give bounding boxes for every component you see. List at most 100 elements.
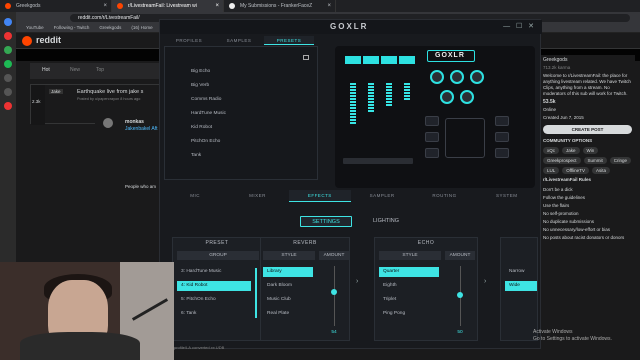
comment-user[interactable]: monkas bbox=[125, 119, 144, 125]
preset-item[interactable]: Tank bbox=[191, 153, 201, 158]
rule-item[interactable]: Don't be a dick bbox=[543, 186, 632, 194]
app-icon[interactable] bbox=[4, 46, 12, 54]
fader-meter[interactable] bbox=[365, 82, 377, 144]
bookmark-twitch[interactable]: Following - Twitch bbox=[54, 23, 90, 32]
sort-new[interactable]: New bbox=[70, 67, 80, 73]
app-icon[interactable] bbox=[4, 18, 12, 26]
tab-mic[interactable]: MIC bbox=[164, 190, 226, 202]
reverb-style-item[interactable]: Real Plate bbox=[263, 309, 313, 319]
tab-mixer[interactable]: MIXER bbox=[226, 190, 288, 202]
post-title[interactable]: Earthquake live from jake s bbox=[77, 89, 157, 95]
chevron-right-icon[interactable]: › bbox=[356, 278, 358, 285]
browser-tab-livestreamfail[interactable]: r/LivestreamFail: Livestream wi × bbox=[112, 0, 224, 12]
browser-tab-frankerfacez[interactable]: My Submissions - FrankerFaceZ × bbox=[224, 0, 336, 12]
app-icon[interactable] bbox=[4, 60, 12, 68]
community-options[interactable]: COMMUNITY OPTIONS bbox=[543, 138, 632, 144]
sample-pad-grid[interactable] bbox=[445, 118, 485, 158]
tab-samples[interactable]: SAMPLES bbox=[214, 36, 264, 45]
bookmark-greekgods[interactable]: Greekgods bbox=[99, 23, 121, 32]
rule-item[interactable]: No self-promotion bbox=[543, 210, 632, 218]
flair-tag[interactable]: xQc bbox=[543, 147, 560, 154]
preset-item[interactable]: HardTune Music bbox=[191, 111, 226, 116]
tab-system[interactable]: SYSTEM bbox=[476, 190, 538, 202]
tab-sampler[interactable]: SAMPLER bbox=[351, 190, 413, 202]
fader-meter[interactable] bbox=[347, 82, 359, 144]
effect-pad-button[interactable] bbox=[425, 148, 439, 158]
preset-item[interactable]: Comms Radio bbox=[191, 97, 221, 102]
bookmark-youtube[interactable]: YouTube bbox=[26, 23, 44, 32]
effect-pad-button[interactable] bbox=[425, 132, 439, 142]
tab-effects[interactable]: EFFECTS bbox=[288, 190, 351, 202]
reverb-amount-slider[interactable] bbox=[331, 289, 337, 295]
tab-routing[interactable]: ROUTING bbox=[413, 190, 475, 202]
browser-tab-greekgods[interactable]: Greekgods × bbox=[0, 0, 112, 12]
tab-presets[interactable]: PRESETS bbox=[264, 36, 314, 45]
preset-item[interactable]: Kid Robot bbox=[191, 125, 212, 130]
pitch-style-item[interactable]: Wide bbox=[505, 281, 537, 291]
close-icon[interactable]: × bbox=[215, 0, 219, 12]
user-name[interactable]: Greekgods bbox=[543, 57, 632, 63]
flair-tag[interactable]: Cringe bbox=[609, 157, 632, 164]
reddit-wordmark[interactable]: reddit bbox=[36, 35, 61, 45]
preset-group-item[interactable]: 3: HardTune Music bbox=[177, 267, 251, 277]
rule-item[interactable]: Use the flairs bbox=[543, 202, 632, 210]
rule-item[interactable]: No unnecessary/low-effort or bias bbox=[543, 226, 632, 234]
echo-style-item[interactable]: Ping Pong bbox=[379, 309, 439, 319]
close-icon[interactable]: ✕ bbox=[528, 23, 534, 30]
effect-knob[interactable] bbox=[440, 90, 454, 104]
echo-style-item[interactable]: Triplet bbox=[379, 295, 439, 305]
effect-knob[interactable] bbox=[470, 70, 484, 84]
preset-group-item[interactable]: 4: Kid Robot bbox=[177, 281, 251, 291]
folder-icon[interactable] bbox=[303, 55, 309, 60]
pitch-style-item[interactable]: Narrow bbox=[505, 267, 537, 277]
tab-settings[interactable]: SETTINGS bbox=[300, 216, 352, 227]
scrollbar[interactable] bbox=[255, 268, 257, 318]
flair-tag[interactable]: LUL bbox=[543, 167, 560, 174]
app-icon[interactable] bbox=[4, 74, 12, 82]
app-icon[interactable] bbox=[4, 102, 12, 110]
rule-item[interactable]: Follow the guidelines bbox=[543, 194, 632, 202]
effect-pad-button[interactable] bbox=[495, 148, 509, 158]
preset-group-item[interactable]: 6: Tank bbox=[177, 309, 251, 319]
flair-tag[interactable]: Jake bbox=[562, 147, 580, 154]
preset-item[interactable]: Big Verb bbox=[191, 83, 209, 88]
fader-meter[interactable] bbox=[383, 82, 395, 144]
rule-item[interactable]: No posts about racist donators or donors bbox=[543, 234, 632, 242]
effect-knob[interactable] bbox=[450, 70, 464, 84]
flair-tag[interactable]: Summit bbox=[583, 157, 607, 164]
minimize-icon[interactable]: — bbox=[503, 23, 510, 30]
echo-amount-slider[interactable] bbox=[457, 292, 463, 298]
sort-top[interactable]: Top bbox=[96, 67, 104, 73]
close-icon[interactable]: × bbox=[103, 0, 107, 12]
app-icon[interactable] bbox=[4, 88, 12, 96]
sort-hot[interactable]: Hot bbox=[42, 67, 50, 73]
tab-lighting[interactable]: LIGHTING bbox=[360, 216, 412, 227]
reverb-style-item[interactable]: Music Club bbox=[263, 295, 313, 305]
fader-meter[interactable] bbox=[401, 82, 413, 144]
close-icon[interactable]: × bbox=[327, 0, 331, 12]
mute-buttons-row[interactable] bbox=[343, 158, 413, 164]
flair-tag[interactable]: Asita bbox=[591, 167, 610, 174]
app-icon[interactable] bbox=[4, 32, 12, 40]
chevron-right-icon[interactable]: › bbox=[484, 278, 486, 285]
reverb-style-item[interactable]: Dark Bloom bbox=[263, 281, 313, 291]
reverb-amount-track[interactable] bbox=[334, 266, 335, 326]
preset-item[interactable]: Big Echo bbox=[191, 69, 210, 74]
flair-tag[interactable]: Greekprospect bbox=[543, 157, 581, 164]
effect-pad-button[interactable] bbox=[425, 116, 439, 126]
create-post-button[interactable]: CREATE POST bbox=[543, 125, 632, 134]
tab-profiles[interactable]: PROFILES bbox=[164, 36, 214, 45]
echo-style-item[interactable]: Quarter bbox=[379, 267, 439, 277]
reverb-style-item[interactable]: Library bbox=[263, 267, 313, 277]
preset-item[interactable]: PitchOn Echo bbox=[191, 139, 220, 144]
effect-knob[interactable] bbox=[430, 70, 444, 84]
flair-tag[interactable]: OfflineTV bbox=[562, 167, 589, 174]
bookmark-home[interactable]: (16) Home bbox=[131, 23, 152, 32]
effect-pad-button[interactable] bbox=[495, 132, 509, 142]
maximize-icon[interactable]: ☐ bbox=[516, 23, 522, 30]
preset-group-item[interactable]: 5: PitchOn Echo bbox=[177, 295, 251, 305]
flair-tag[interactable]: Win bbox=[582, 147, 599, 154]
rule-item[interactable]: No duplicate submissions bbox=[543, 218, 632, 226]
effect-knob[interactable] bbox=[460, 90, 474, 104]
echo-style-item[interactable]: Eighth bbox=[379, 281, 439, 291]
